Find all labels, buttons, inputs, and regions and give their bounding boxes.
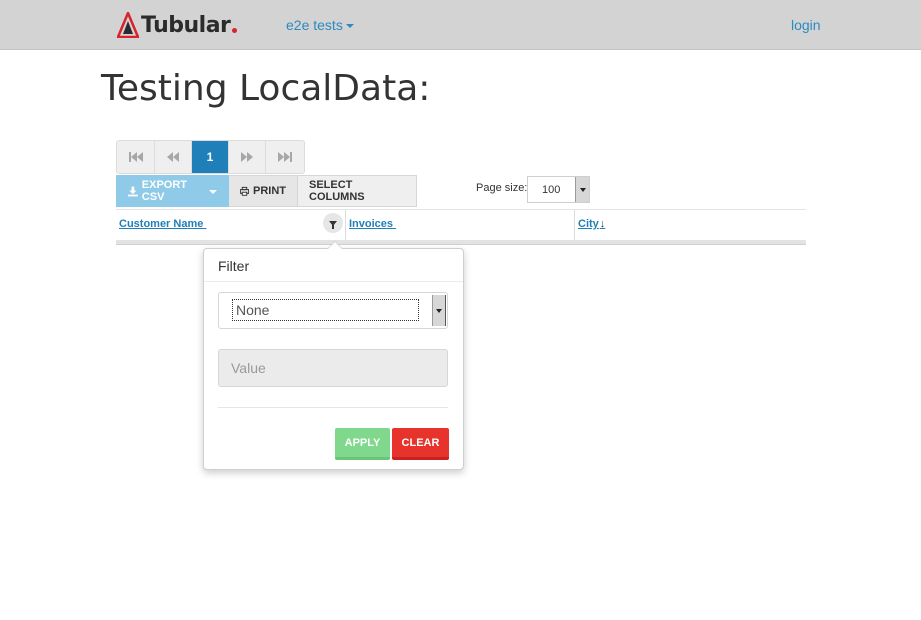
page-button-current[interactable]: 1	[192, 141, 229, 173]
chevron-down-icon[interactable]	[432, 295, 446, 326]
prev-page-button[interactable]	[155, 141, 192, 173]
select-columns-button[interactable]: SELECT COLUMNS	[298, 175, 417, 207]
chevron-down-icon[interactable]	[575, 177, 589, 202]
column-sort-customer-name[interactable]: Customer Name	[119, 218, 206, 230]
filter-operator-value: None	[232, 299, 419, 321]
filter-popover-title: Filter	[204, 249, 463, 282]
filter-icon[interactable]	[323, 213, 343, 233]
forward-icon	[241, 152, 253, 162]
backward-icon	[167, 152, 179, 162]
page-size-label: Page size:	[476, 182, 528, 194]
column-sort-city[interactable]: City↓	[578, 218, 605, 230]
brand-dot	[232, 27, 238, 33]
column-header-customer-name: Customer Name	[116, 210, 346, 240]
brand-link[interactable]: Tubular	[117, 11, 238, 39]
first-page-button[interactable]	[117, 141, 155, 173]
sort-descending-icon: ↓	[599, 218, 606, 230]
pager: 1	[116, 140, 305, 174]
filter-popover: Filter None APPLY CLEAR	[203, 241, 464, 470]
grid-body-empty	[116, 240, 806, 245]
fast-forward-icon	[278, 152, 292, 162]
export-csv-label: EXPORT CSV	[141, 179, 188, 203]
login-link[interactable]: login	[791, 17, 821, 33]
page-size-value: 100	[542, 183, 561, 196]
apply-filter-button[interactable]: APPLY	[335, 428, 390, 460]
fast-backward-icon	[128, 152, 143, 162]
tubular-logo-icon	[117, 12, 139, 38]
filter-operator-select[interactable]: None	[218, 292, 448, 329]
filter-value-input[interactable]	[218, 349, 448, 387]
divider	[218, 407, 448, 408]
page-title: Testing LocalData:	[101, 68, 431, 109]
column-header-city: City↓	[575, 210, 806, 240]
caret-down-icon	[345, 24, 354, 28]
print-label: PRINT	[253, 185, 286, 197]
print-button[interactable]: PRINT	[229, 175, 298, 207]
e2e-tests-dropdown[interactable]: e2e tests	[286, 17, 354, 33]
navbar: Tubular e2e tests login	[0, 0, 921, 50]
clear-filter-button[interactable]: CLEAR	[392, 428, 449, 460]
brand-name: Tubular	[141, 12, 231, 38]
export-csv-button[interactable]: EXPORT CSV	[116, 175, 229, 207]
next-page-button[interactable]	[229, 141, 266, 173]
caret-down-icon	[209, 190, 217, 194]
page-size-select[interactable]: 100	[527, 176, 590, 203]
grid-header: Customer Name Invoices City↓	[116, 209, 806, 240]
popover-arrow	[327, 241, 343, 249]
last-page-button[interactable]	[266, 141, 304, 173]
column-sort-invoices[interactable]: Invoices	[349, 218, 396, 230]
grid-toolbar: EXPORT CSV PRINT SELECT COLUMNS	[116, 175, 417, 207]
download-icon	[128, 186, 138, 196]
print-icon	[240, 186, 249, 196]
e2e-tests-dropdown-label: e2e tests	[286, 17, 343, 33]
column-header-invoices: Invoices	[346, 210, 575, 240]
